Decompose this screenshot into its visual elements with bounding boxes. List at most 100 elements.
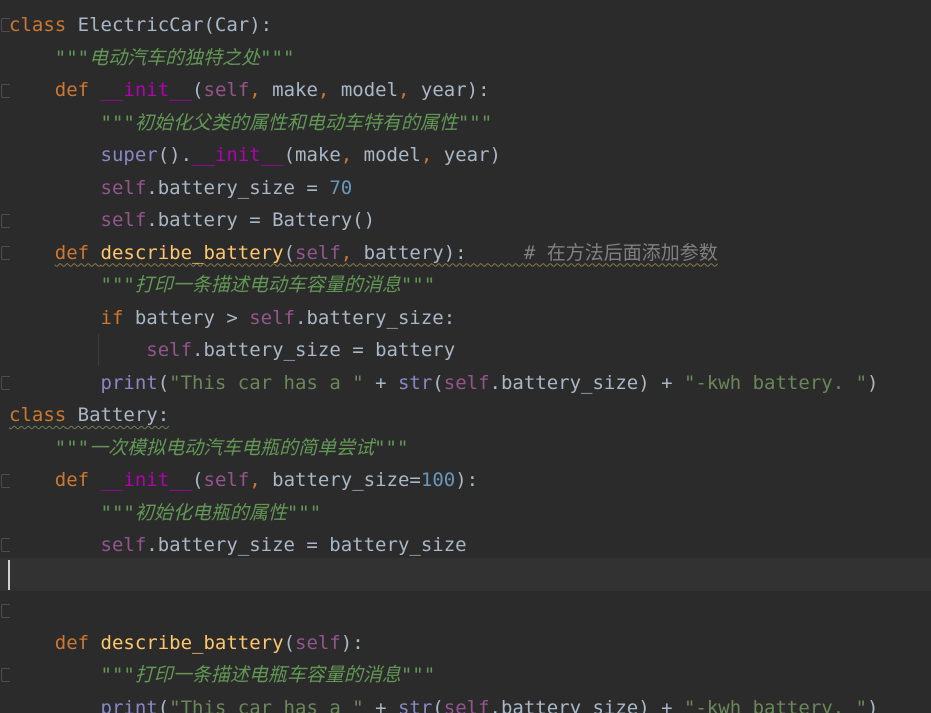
code-line[interactable]: def describe_battery(self): bbox=[9, 627, 364, 659]
code-token: """电动汽车的独特之处""" bbox=[9, 46, 295, 69]
code-token: ): bbox=[455, 469, 479, 491]
code-line[interactable]: self.battery_size = battery bbox=[9, 334, 455, 366]
code-token: battery > bbox=[134, 306, 250, 329]
code-token: describe_battery bbox=[100, 241, 284, 264]
code-token: .battery_size = bbox=[146, 176, 330, 199]
code-token: year): bbox=[420, 79, 490, 101]
code-token: super bbox=[100, 144, 158, 166]
code-line[interactable]: def __init__(self, make, model, year): bbox=[9, 74, 490, 106]
code-line[interactable]: def describe_battery(self, battery): # 在… bbox=[9, 237, 718, 269]
code-token: if bbox=[100, 306, 135, 329]
code-line[interactable]: super().__init__(make, model, year) bbox=[9, 139, 501, 171]
code-line[interactable]: """一次模拟电动汽车电瓶的简单尝试""" bbox=[9, 432, 409, 464]
code-token: model bbox=[340, 79, 399, 101]
code-line[interactable]: self.battery = Battery() bbox=[9, 204, 376, 236]
code-token: class bbox=[9, 404, 67, 426]
code-token: battery_size= bbox=[272, 469, 421, 491]
code-token: print bbox=[100, 371, 158, 394]
code-token: ) bbox=[867, 371, 879, 394]
code-token: .battery_size = battery_size bbox=[146, 534, 467, 556]
code-token: .battery_size: bbox=[295, 306, 456, 329]
code-token: self bbox=[100, 176, 147, 199]
code-line[interactable]: class ElectricCar(Car): bbox=[9, 9, 272, 41]
code-token: .battery_size) + bbox=[489, 696, 684, 713]
code-line[interactable]: """初始化父类的属性和电动车特有的属性""" bbox=[9, 107, 493, 139]
code-token: "-kwh battery. " bbox=[683, 371, 868, 394]
code-token: (). bbox=[157, 144, 193, 166]
code-token: self bbox=[100, 534, 147, 556]
code-token: def bbox=[54, 631, 101, 654]
code-token: "-kwh battery. " bbox=[683, 696, 868, 713]
code-token: __init__ bbox=[100, 469, 193, 491]
code-token: , bbox=[340, 144, 364, 166]
code-token: .battery_size) + bbox=[489, 371, 684, 394]
code-token: ( bbox=[192, 469, 204, 491]
current-line-highlight bbox=[0, 558, 931, 591]
code-token: """初始化电瓶的属性""" bbox=[9, 501, 322, 524]
code-token: ( bbox=[157, 371, 170, 394]
code-token: + bbox=[363, 371, 398, 394]
code-token: ( bbox=[157, 696, 170, 713]
code-token: year) bbox=[443, 144, 501, 166]
code-token: , bbox=[249, 79, 273, 101]
code-token: # 在方法后面添加参数 bbox=[523, 241, 718, 264]
code-token: def bbox=[54, 79, 101, 101]
code-line[interactable]: if battery > self.battery_size: bbox=[9, 302, 456, 334]
code-token: str bbox=[397, 696, 433, 713]
code-token: self bbox=[203, 79, 250, 101]
code-editor[interactable]: class ElectricCar(Car): """电动汽车的独特之处""" … bbox=[0, 0, 931, 713]
code-line[interactable]: self.battery_size = battery_size bbox=[9, 529, 467, 561]
code-line[interactable]: print("This car has a " + str(self.batte… bbox=[9, 367, 879, 399]
code-token: , bbox=[249, 469, 273, 491]
code-token: self bbox=[249, 306, 295, 329]
code-line[interactable]: """初始化电瓶的属性""" bbox=[9, 497, 322, 529]
code-line[interactable]: """电动汽车的独特之处""" bbox=[9, 42, 295, 74]
code-token: ( bbox=[283, 631, 296, 654]
code-token: model bbox=[363, 144, 421, 166]
code-token: ( bbox=[283, 241, 296, 264]
code-token: """打印一条描述电动车容量的消息""" bbox=[9, 274, 436, 296]
code-token: self bbox=[443, 696, 490, 713]
code-token: self bbox=[443, 371, 490, 394]
code-token: ( bbox=[432, 696, 444, 713]
code-token: class bbox=[9, 14, 67, 36]
code-token: , bbox=[398, 79, 421, 101]
code-token: """打印一条描述电瓶车容量的消息""" bbox=[9, 664, 436, 686]
code-token: 70 bbox=[329, 176, 353, 199]
text-caret bbox=[8, 560, 10, 590]
code-line[interactable]: class Battery: bbox=[9, 399, 169, 431]
code-token: ( bbox=[192, 79, 204, 101]
code-token: battery): bbox=[363, 241, 524, 264]
code-token: + bbox=[363, 696, 398, 713]
code-token: "This car has a " bbox=[169, 371, 364, 394]
code-line[interactable]: """打印一条描述电瓶车容量的消息""" bbox=[9, 659, 436, 691]
code-token: self bbox=[100, 209, 147, 231]
code-token: Battery: bbox=[66, 404, 170, 426]
code-token: __init__ bbox=[100, 79, 193, 101]
code-token: str bbox=[397, 371, 433, 394]
code-line[interactable]: def __init__(self, battery_size=100): bbox=[9, 464, 478, 496]
fold-marker-icon[interactable] bbox=[1, 604, 10, 618]
code-line[interactable]: print("This car has a " + str(self.batte… bbox=[9, 692, 879, 713]
code-token: __init__ bbox=[192, 144, 284, 166]
code-token: self bbox=[295, 241, 341, 264]
code-token: make bbox=[272, 79, 318, 101]
code-token: def bbox=[54, 469, 101, 491]
code-line[interactable]: """打印一条描述电动车容量的消息""" bbox=[9, 269, 436, 301]
code-line[interactable]: self.battery_size = 70 bbox=[9, 172, 353, 204]
code-token: self bbox=[203, 469, 250, 491]
code-token: ): bbox=[340, 631, 364, 654]
code-token: ElectricCar bbox=[66, 14, 204, 36]
code-token: describe_battery bbox=[100, 631, 284, 654]
code-token: , bbox=[317, 79, 341, 101]
